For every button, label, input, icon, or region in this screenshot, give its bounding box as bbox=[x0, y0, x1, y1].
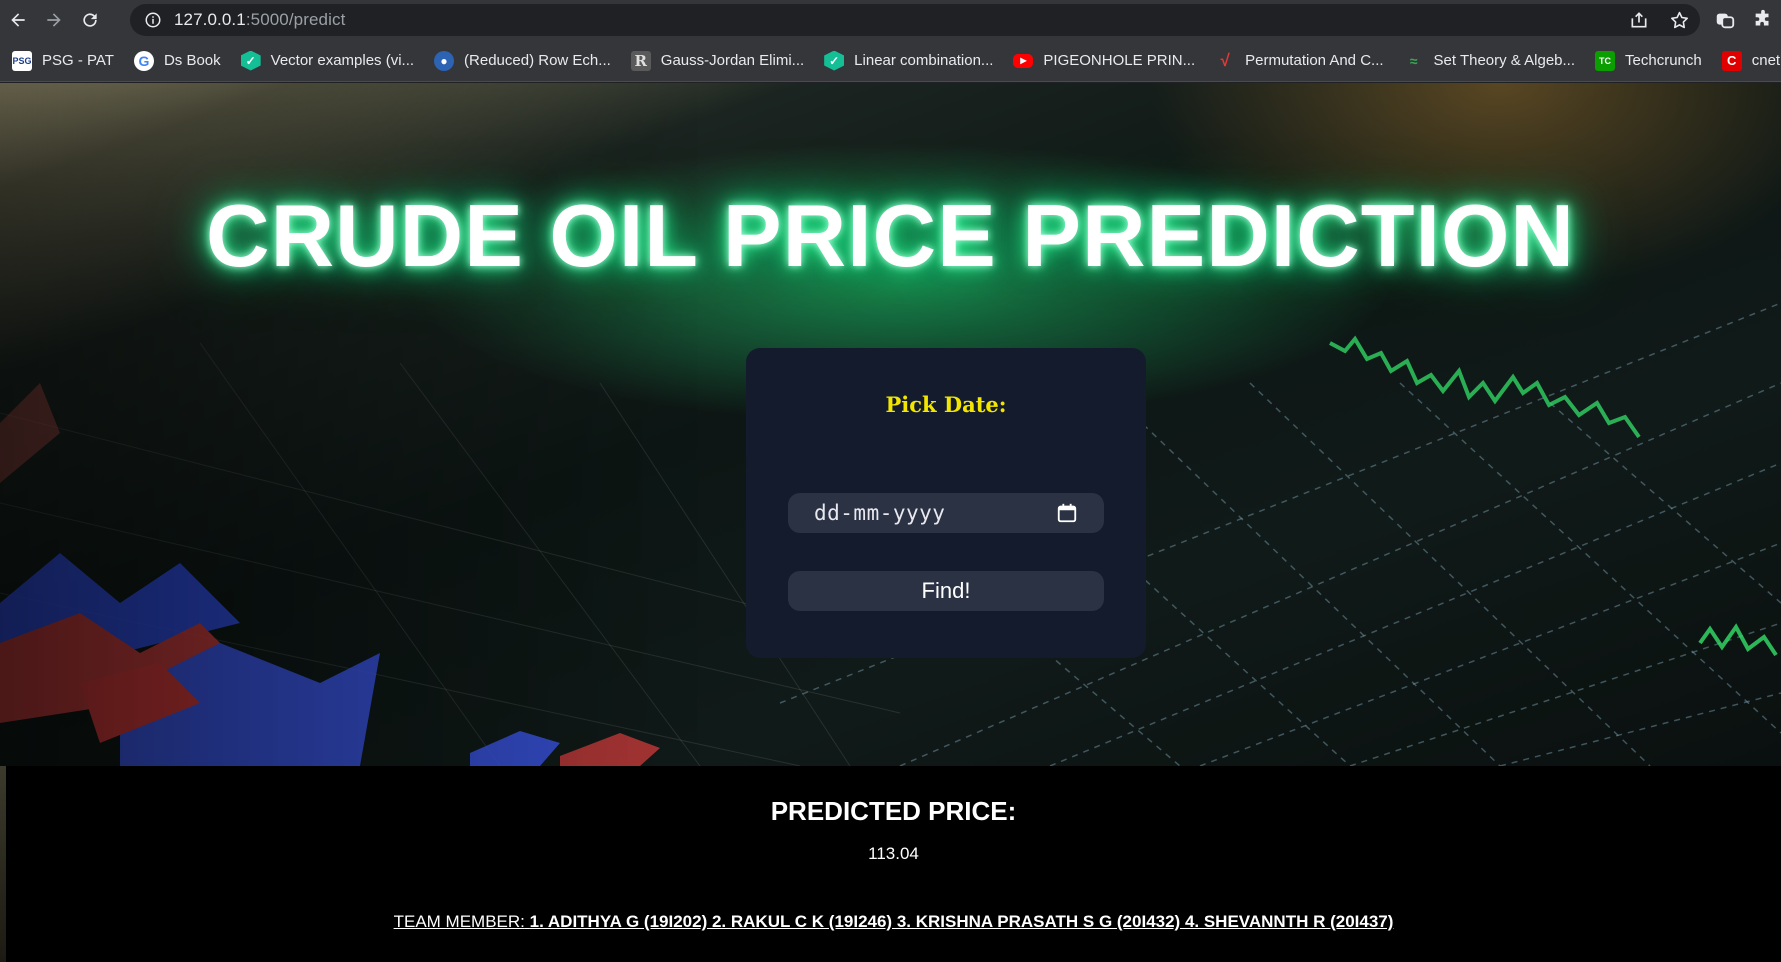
bookmark-pigeonhole[interactable]: ▶ PIGEONHOLE PRIN... bbox=[1013, 52, 1195, 69]
reload-icon bbox=[83, 13, 97, 27]
team-label: TEAM MEMBER: bbox=[393, 912, 525, 931]
bookmark-techcrunch[interactable]: TC Techcrunch bbox=[1595, 50, 1702, 71]
bookmark-permutation[interactable]: √ Permutation And C... bbox=[1215, 51, 1383, 71]
bookmark-label: cnet bbox=[1751, 52, 1781, 69]
url-text[interactable]: 127.0.0.1:5000/predict bbox=[174, 10, 345, 30]
site-info-icon[interactable] bbox=[144, 11, 162, 29]
omnibox-actions bbox=[1628, 4, 1690, 36]
bookmark-psg-pat[interactable]: PSG PSG - PAT bbox=[12, 50, 114, 71]
bookmark-gauss-jordan[interactable]: R Gauss-Jordan Elimi... bbox=[630, 50, 805, 71]
math-icon: √ bbox=[1220, 50, 1230, 70]
page-content: CRUDE OIL PRICE PREDICTION Pick Date: dd… bbox=[0, 83, 1781, 962]
url-host: 127.0.0.1 bbox=[174, 10, 246, 29]
google-icon: G bbox=[133, 50, 154, 71]
date-placeholder: dd-mm-yyyy bbox=[814, 501, 946, 525]
bookmark-label: Vector examples (vi... bbox=[270, 52, 415, 69]
r-icon: R bbox=[630, 50, 651, 71]
toolbar-extensions bbox=[1713, 0, 1781, 40]
bookmarks-bar: PSG PSG - PAT G Ds Book ✓ Vector example… bbox=[0, 40, 1781, 82]
khan-academy-icon: ✓ bbox=[240, 50, 261, 71]
bookmark-label: Set Theory & Algeb... bbox=[1433, 52, 1576, 69]
browser-toolbar: 127.0.0.1:5000/predict bbox=[0, 0, 1781, 40]
find-button[interactable]: Find! bbox=[788, 571, 1104, 611]
pick-date-label: Pick Date: bbox=[885, 392, 1007, 417]
bookmark-label: PIGEONHOLE PRIN... bbox=[1043, 52, 1196, 69]
prediction-form-card: Pick Date: dd-mm-yyyy Find! bbox=[746, 348, 1146, 658]
youtube-icon: ▶ bbox=[1013, 53, 1034, 68]
bookmark-ds-book[interactable]: G Ds Book bbox=[133, 50, 221, 71]
bookmark-linear-combination[interactable]: ✓ Linear combination... bbox=[824, 50, 994, 71]
bookmark-label: PSG - PAT bbox=[42, 52, 114, 69]
reload-button[interactable] bbox=[72, 2, 108, 38]
bookmark-label: (Reduced) Row Ech... bbox=[464, 52, 611, 69]
bookmark-cnet[interactable]: C cnet bbox=[1721, 50, 1781, 71]
bookmark-label: Ds Book bbox=[163, 52, 221, 69]
bookmark-set-theory[interactable]: ≈ Set Theory & Algeb... bbox=[1404, 51, 1575, 71]
techcrunch-icon: TC bbox=[1595, 50, 1616, 71]
bookmark-star-icon[interactable] bbox=[1668, 9, 1690, 31]
share-icon[interactable] bbox=[1628, 9, 1650, 31]
result-section: PREDICTED PRICE: 113.04 TEAM MEMBER: 1. … bbox=[6, 766, 1781, 962]
date-input[interactable]: dd-mm-yyyy bbox=[788, 493, 1104, 533]
puzzle-extensions-icon[interactable] bbox=[1751, 8, 1775, 32]
page-title: CRUDE OIL PRICE PREDICTION bbox=[206, 186, 1575, 285]
back-button[interactable] bbox=[0, 2, 36, 38]
team-members: TEAM MEMBER: 1. ADITHYA G (19I202) 2. RA… bbox=[6, 912, 1781, 932]
address-bar[interactable]: 127.0.0.1:5000/predict bbox=[130, 4, 1700, 36]
arrow-left-icon bbox=[11, 13, 25, 27]
predicted-price-value: 113.04 bbox=[868, 844, 919, 863]
bookmark-label: Permutation And C... bbox=[1245, 52, 1384, 69]
arrow-right-icon bbox=[47, 13, 61, 27]
bookmark-label: Linear combination... bbox=[854, 52, 994, 69]
extension-translate-icon[interactable] bbox=[1713, 8, 1737, 32]
sympy-icon: ● bbox=[434, 50, 455, 71]
set-theory-icon: ≈ bbox=[1409, 52, 1418, 69]
bookmark-reduced-row[interactable]: ● (Reduced) Row Ech... bbox=[434, 50, 611, 71]
cnet-icon: C bbox=[1721, 50, 1742, 71]
psg-icon: PSG bbox=[12, 50, 32, 71]
bookmark-label: Techcrunch bbox=[1625, 52, 1702, 69]
khan-academy-icon: ✓ bbox=[824, 50, 845, 71]
calendar-icon[interactable] bbox=[1056, 502, 1078, 524]
url-path: :5000/predict bbox=[245, 10, 346, 29]
hero-section: CRUDE OIL PRICE PREDICTION Pick Date: dd… bbox=[0, 83, 1781, 766]
forward-button[interactable] bbox=[36, 2, 72, 38]
predicted-price-heading: PREDICTED PRICE: bbox=[770, 796, 1017, 826]
bookmark-vector-examples[interactable]: ✓ Vector examples (vi... bbox=[240, 50, 415, 71]
bookmark-label: Gauss-Jordan Elimi... bbox=[660, 52, 805, 69]
team-names: 1. ADITHYA G (19I202) 2. RAKUL C K (19I2… bbox=[529, 912, 1394, 931]
